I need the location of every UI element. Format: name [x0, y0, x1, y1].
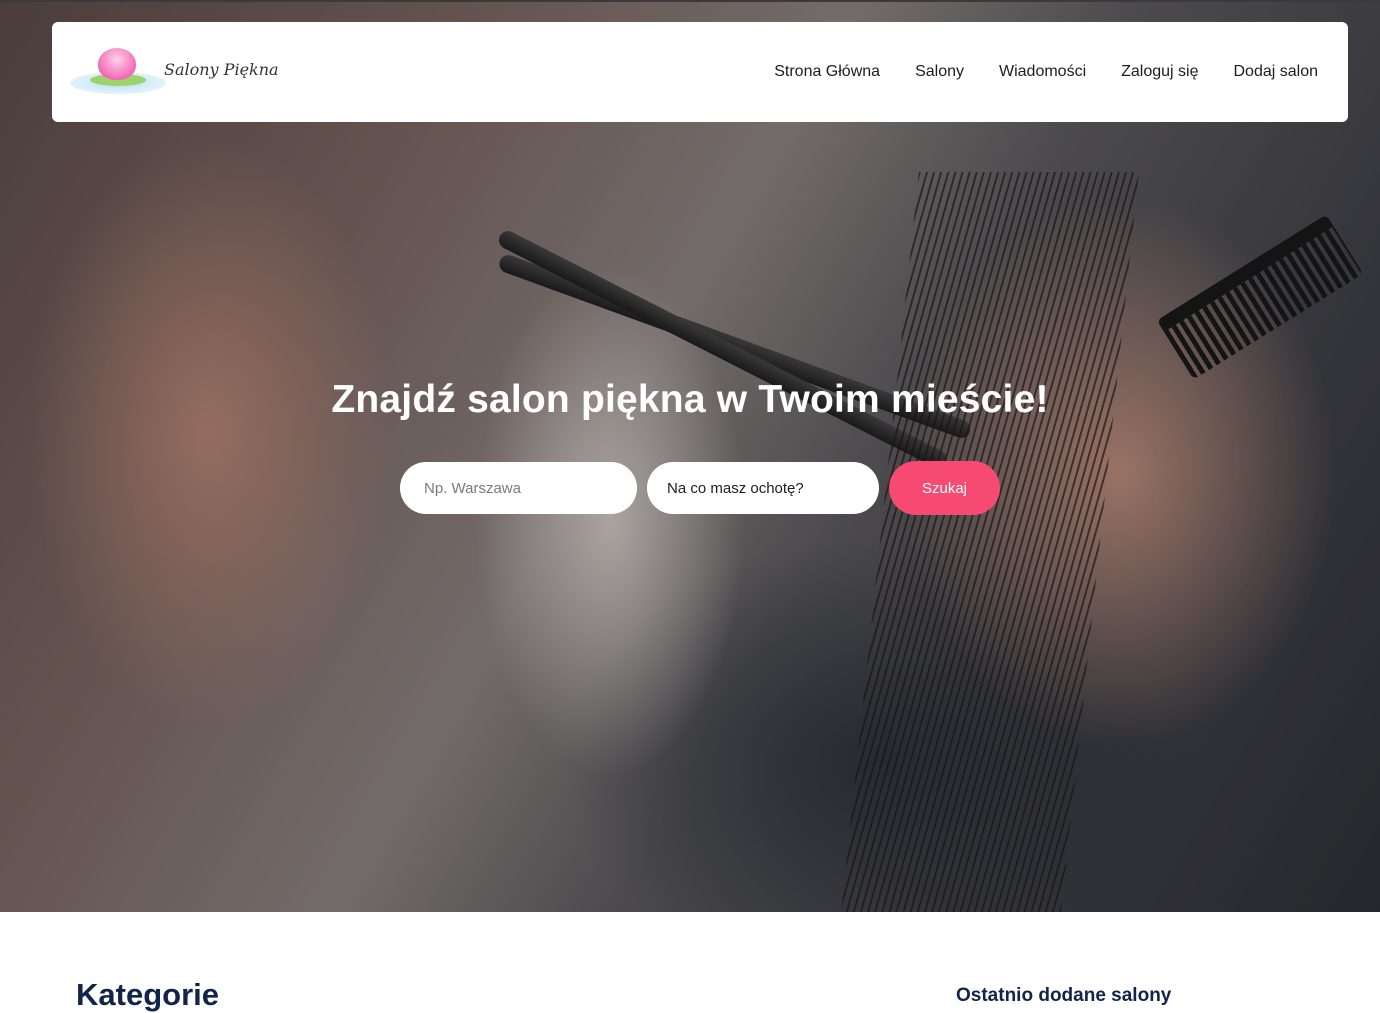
hero-content: Znajdź salon piękna w Twoim mieście!: [0, 378, 1380, 422]
category-select-value: Na co masz ochotę?: [667, 479, 804, 497]
category-select[interactable]: Na co masz ochotę?: [647, 462, 879, 514]
nav-item-salons[interactable]: Salony: [915, 63, 964, 81]
nav-item-login[interactable]: Zaloguj się: [1121, 63, 1198, 81]
main-navbar: Salony Piękna Strona Główna Salony Wiado…: [52, 22, 1348, 122]
brand-logo-link[interactable]: Salony Piękna: [68, 44, 279, 100]
city-search-input[interactable]: [400, 462, 637, 514]
comb-shape: [1156, 214, 1364, 380]
search-form: Na co masz ochotę? Szukaj: [400, 461, 1000, 515]
nav-item-home[interactable]: Strona Główna: [774, 63, 880, 81]
nav-item-add-salon[interactable]: Dodaj salon: [1234, 63, 1319, 81]
brand-name: Salony Piękna: [164, 59, 279, 79]
hair-strands-shape: [841, 172, 1139, 912]
recent-salons-heading: Ostatnio dodane salony: [956, 985, 1172, 1006]
lotus-flower-icon: [68, 44, 170, 100]
nav-menu: Strona Główna Salony Wiadomości Zaloguj …: [774, 63, 1318, 81]
hero-background-image: [0, 2, 1380, 912]
scissors-blade-shape: [495, 227, 950, 472]
search-button[interactable]: Szukaj: [889, 461, 1000, 515]
hero-title: Znajdź salon piękna w Twoim mieście!: [331, 378, 1049, 421]
categories-heading: Kategorie: [76, 977, 219, 1012]
nav-item-messages[interactable]: Wiadomości: [999, 63, 1086, 81]
